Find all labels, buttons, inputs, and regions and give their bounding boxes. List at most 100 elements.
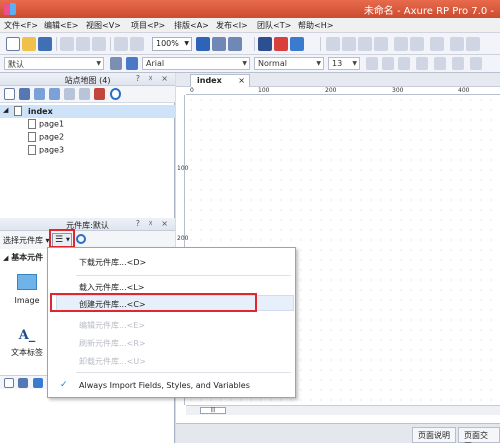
- menu-file[interactable]: 文件<F>: [4, 20, 38, 31]
- copy-icon[interactable]: [76, 37, 90, 51]
- tree-item-page2[interactable]: page2: [28, 132, 168, 145]
- bring-front-icon[interactable]: [358, 37, 372, 51]
- preview-icon[interactable]: [258, 37, 272, 51]
- ungroup-icon[interactable]: [342, 37, 356, 51]
- underline-icon[interactable]: [398, 57, 410, 70]
- font-size-select[interactable]: 13 ▼: [328, 57, 360, 70]
- scrollbar-thumb[interactable]: |||: [200, 407, 226, 414]
- tree-item-index[interactable]: ◢ index: [0, 105, 175, 118]
- tree-label: index: [28, 107, 53, 116]
- tab-page-notes[interactable]: 页面说明: [412, 427, 456, 443]
- style-select[interactable]: 默认 ▼: [4, 57, 104, 70]
- zoom-value: 100%: [156, 39, 179, 48]
- publish-icon[interactable]: [290, 37, 304, 51]
- expand-icon[interactable]: ◢: [3, 106, 8, 114]
- bottom-panel-tabs: 页面说明 页面交互: [176, 423, 500, 443]
- new-file-icon[interactable]: [6, 37, 20, 51]
- add-master-icon[interactable]: [4, 378, 14, 388]
- tree-label: page2: [39, 132, 65, 142]
- brush-icon[interactable]: [126, 57, 138, 70]
- chevron-down-icon: ▼: [184, 40, 189, 47]
- select-pointer-icon[interactable]: [196, 37, 210, 51]
- sitemap-header: 站点地图 (4) ? ☓ ×: [0, 73, 175, 86]
- menu-item-always-import[interactable]: Always Import Fields, Styles, and Variab…: [79, 381, 250, 390]
- delete-page-icon[interactable]: [94, 88, 105, 100]
- menu-edit[interactable]: 编辑<E>: [44, 20, 78, 31]
- close-icon[interactable]: ×: [238, 76, 245, 85]
- align-center-icon[interactable]: [410, 37, 424, 51]
- move-up-icon[interactable]: [34, 88, 45, 100]
- library-select[interactable]: 选择元件库 ▾: [3, 235, 50, 246]
- group-icon[interactable]: [326, 37, 340, 51]
- chevron-down-icon: ▼: [316, 60, 321, 67]
- menu-team[interactable]: 团队<T>: [257, 20, 291, 31]
- image-icon: [17, 274, 37, 290]
- ruler-tick-label: 200: [325, 87, 337, 94]
- move-down-icon[interactable]: [49, 88, 60, 100]
- menu-bar: 文件<F> 编辑<E> 视图<V> 项目<P> 排版<A> 发布<I> 团队<T…: [0, 18, 500, 33]
- weight-value: Normal: [258, 59, 287, 68]
- bold-icon[interactable]: [366, 57, 378, 70]
- main-toolbar: 100% ▼: [0, 33, 500, 55]
- page-icon: [28, 132, 36, 142]
- menu-publish[interactable]: 发布<I>: [216, 20, 248, 31]
- share-icon[interactable]: [274, 37, 288, 51]
- toolbar-separator: [254, 37, 255, 51]
- fill-color-icon[interactable]: [470, 57, 482, 70]
- widget-text-label[interactable]: A_ 文本标签: [2, 328, 52, 358]
- save-icon[interactable]: [38, 37, 52, 51]
- ruler-tick-label: 300: [392, 87, 404, 94]
- panel-controls[interactable]: ? ☓ ×: [136, 74, 171, 83]
- size-value: 13: [332, 59, 343, 68]
- pen-tool-icon[interactable]: [228, 37, 242, 51]
- expand-icon: ◢: [3, 254, 9, 262]
- send-back-icon[interactable]: [374, 37, 388, 51]
- outdent-icon[interactable]: [79, 88, 90, 100]
- lock-icon[interactable]: [450, 37, 464, 51]
- font-family-select[interactable]: Arial ▼: [142, 57, 250, 70]
- italic-icon[interactable]: [382, 57, 394, 70]
- hide-icon[interactable]: [466, 37, 480, 51]
- zoom-select[interactable]: 100% ▼: [152, 37, 192, 51]
- menu-arrange[interactable]: 排版<A>: [174, 20, 209, 31]
- add-folder-icon[interactable]: [18, 378, 28, 388]
- bullet-list-icon[interactable]: [434, 57, 446, 70]
- section-basic-widgets[interactable]: ◢ 基本元件: [3, 252, 43, 263]
- tree-item-page1[interactable]: page1: [28, 119, 168, 132]
- search-icon[interactable]: [76, 234, 86, 244]
- format-toolbar: 默认 ▼ Arial ▼ Normal ▼ 13 ▼: [0, 55, 500, 73]
- add-folder-icon[interactable]: [19, 88, 30, 100]
- font-weight-select[interactable]: Normal ▼: [254, 57, 324, 70]
- add-page-icon[interactable]: [4, 88, 15, 100]
- align-left-icon[interactable]: [394, 37, 408, 51]
- redo-icon[interactable]: [130, 37, 144, 51]
- library-select-label: 选择元件库: [3, 236, 43, 245]
- paste-icon[interactable]: [92, 37, 106, 51]
- ruler-tick-label: 0: [190, 87, 194, 94]
- horizontal-ruler: 0 100 200 300 400: [186, 87, 500, 95]
- text-color-icon[interactable]: [416, 57, 428, 70]
- tab-page-interactions[interactable]: 页面交互: [458, 427, 500, 443]
- search-icon[interactable]: [110, 88, 121, 100]
- distribute-icon[interactable]: [430, 37, 444, 51]
- connector-icon[interactable]: [212, 37, 226, 51]
- title-bar: 未命名 - Axure RP Pro 7.0 -: [0, 0, 500, 18]
- panel-controls[interactable]: ? ☓ ×: [136, 219, 171, 228]
- format-painter-icon[interactable]: [110, 57, 122, 70]
- text-align-icon[interactable]: [452, 57, 464, 70]
- menu-item-load-library[interactable]: 载入元件库...<L>: [79, 282, 145, 293]
- open-folder-icon[interactable]: [22, 37, 36, 51]
- menu-view[interactable]: 视图<V>: [86, 20, 121, 31]
- undo-icon[interactable]: [114, 37, 128, 51]
- menu-item-download-library[interactable]: 下载元件库...<D>: [79, 257, 146, 268]
- text-label-icon: A_: [18, 328, 36, 343]
- menu-help[interactable]: 帮助<H>: [298, 20, 333, 31]
- indent-icon[interactable]: [64, 88, 75, 100]
- widget-image[interactable]: Image: [2, 274, 52, 305]
- horizontal-scrollbar[interactable]: |||: [186, 405, 500, 415]
- cut-icon[interactable]: [60, 37, 74, 51]
- tab-index[interactable]: index ×: [190, 74, 250, 87]
- move-up-icon[interactable]: [33, 378, 43, 388]
- menu-project[interactable]: 项目<P>: [131, 20, 165, 31]
- tree-item-page3[interactable]: page3: [28, 145, 168, 158]
